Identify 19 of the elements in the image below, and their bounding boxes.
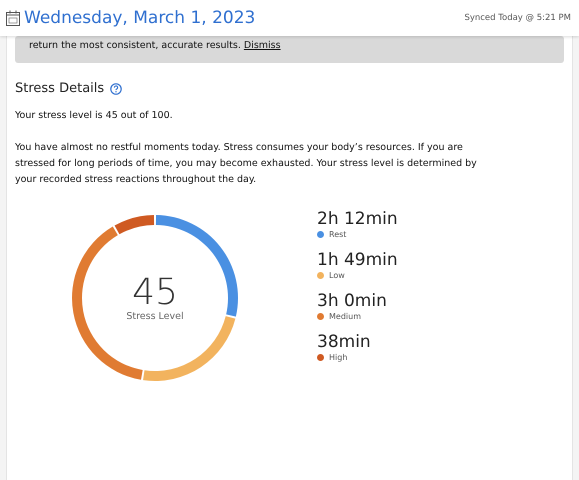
legend-label: High <box>329 353 348 362</box>
legend-label: Low <box>329 271 345 280</box>
duration-value: 38min <box>317 331 372 353</box>
help-icon[interactable] <box>110 82 122 94</box>
sync-status: Synced Today @ 5:21 PM <box>464 13 571 23</box>
stress-summary: Your stress level is 45 out of 100. <box>15 109 174 123</box>
section-title: Stress Details <box>15 81 104 96</box>
stress-score: 45 <box>132 274 178 310</box>
notice-text: return the most consistent, accurate results. <box>29 40 242 51</box>
calendar-icon <box>6 10 20 26</box>
legend-label: Rest <box>329 230 346 239</box>
date-title: Wednesday, March 1, 2023 <box>24 8 256 28</box>
legend-label: Medium <box>329 312 361 321</box>
duration-value: 2h 12min <box>317 208 398 230</box>
dismiss-link[interactable]: Dismiss <box>244 40 281 51</box>
score-label: Stress Level <box>126 310 184 322</box>
duration-value: 1h 49min <box>317 249 398 271</box>
stress-description: You have almost no restful moments today. Stress consumes your body’s resources. If you are stressed for long periods of time, you may become exhausted. Your stress level is determined by your recorded stress reactions throughout the day. <box>15 141 478 187</box>
duration-value: 3h 0min <box>317 290 388 312</box>
